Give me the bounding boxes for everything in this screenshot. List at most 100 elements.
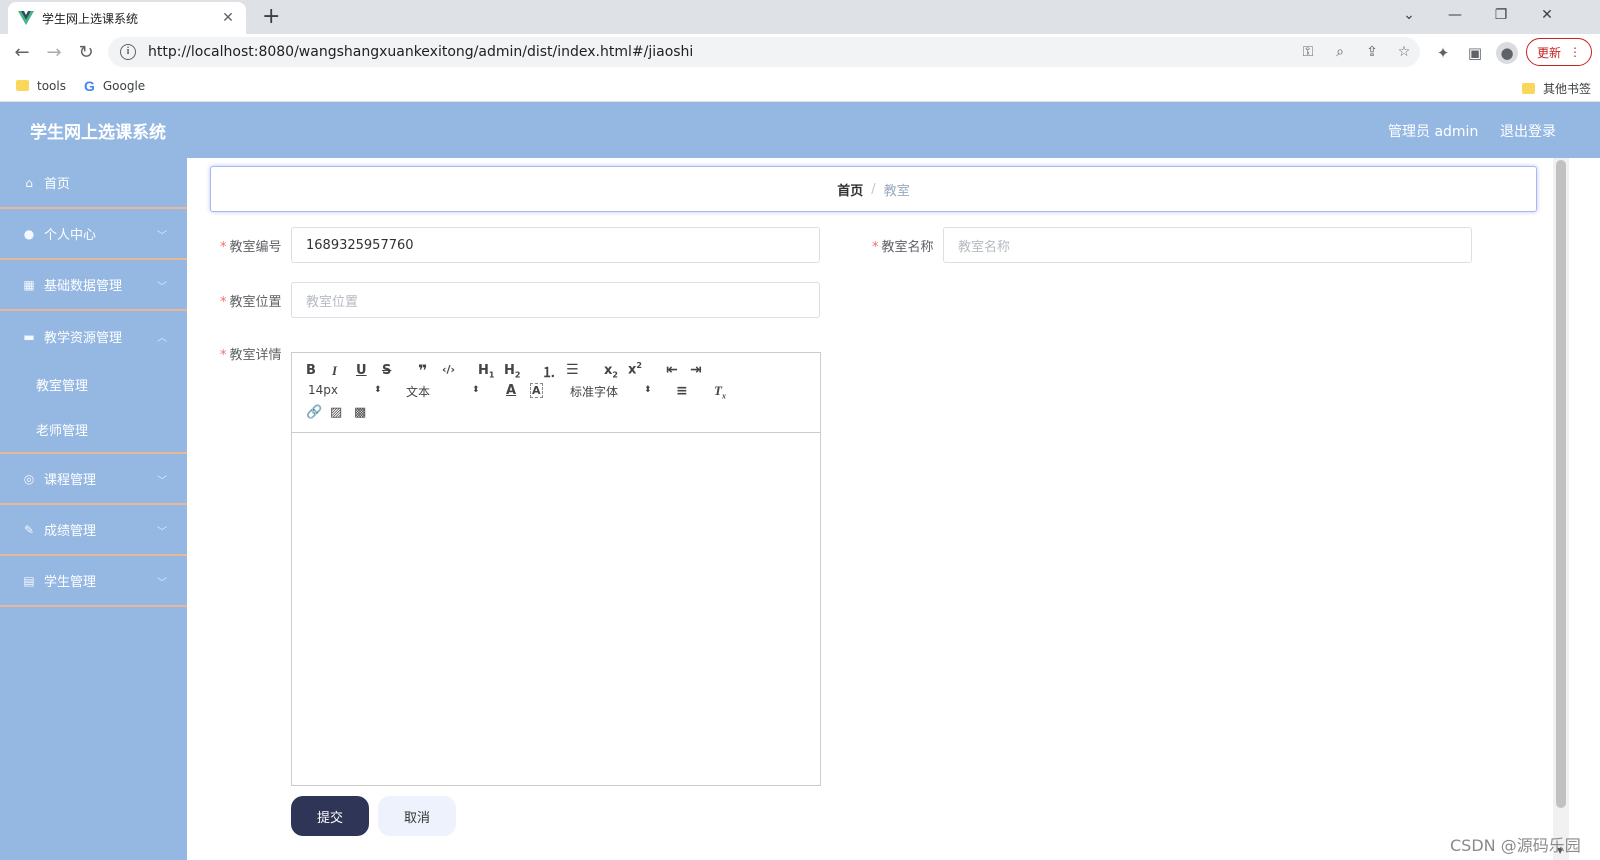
breadcrumb: 首页 / 教室 xyxy=(210,166,1537,212)
image-icon[interactable]: ▨ xyxy=(330,405,342,420)
edit-icon: ✎ xyxy=(23,522,35,537)
chevron-down-icon: ﹀ xyxy=(157,282,167,293)
text-color-icon[interactable]: A xyxy=(506,383,516,398)
cancel-button[interactable]: 取消 xyxy=(378,796,456,836)
sidebar-item-score[interactable]: ✎ 成绩管理 ﹀ xyxy=(0,505,187,556)
bookmark-label: Google xyxy=(102,78,146,93)
sidebar-subitem-classroom[interactable]: 教室管理 xyxy=(0,362,187,407)
blockquote-icon[interactable]: ❞ xyxy=(418,361,427,380)
heading-dropdown-icon[interactable]: ⬍ xyxy=(472,385,480,395)
heading1-icon[interactable]: H1 xyxy=(478,363,494,380)
key-icon[interactable]: ⚿ xyxy=(1292,44,1324,60)
current-user: 管理员 admin xyxy=(1388,124,1479,140)
room-detail-label: * 教室详情 xyxy=(220,348,282,363)
other-bookmarks-label: 其他书签 xyxy=(1543,82,1592,96)
sidebar-item-home[interactable]: ⌂ 首页 xyxy=(0,158,187,209)
font-family-dropdown-icon[interactable]: ⬍ xyxy=(644,385,652,395)
heading-select[interactable]: 文本 xyxy=(406,383,430,400)
bookmark-tools[interactable]: tools xyxy=(16,79,66,93)
browser-tabstrip: 学生网上选课系统 ✕ + ⌄ — ❐ ✕ xyxy=(0,0,1600,34)
reload-icon[interactable]: ↻ xyxy=(74,40,98,64)
compass-icon: ◎ xyxy=(23,471,35,486)
scrollbar-thumb[interactable] xyxy=(1556,160,1566,808)
clipboard-icon: ▤ xyxy=(23,573,35,588)
app-header: 学生网上选课系统 管理员 admin 退出登录 xyxy=(0,102,1600,158)
watermark: CSDN @源码乐园 xyxy=(1450,836,1581,855)
bold-icon[interactable]: B xyxy=(306,363,316,378)
room-location-input[interactable]: 教室位置 xyxy=(291,282,820,318)
video-icon[interactable]: ▩ xyxy=(354,405,366,420)
align-icon[interactable]: ≡ xyxy=(676,383,688,399)
room-no-input[interactable]: 1689325957760 xyxy=(291,227,820,263)
sidebar-subitem-teacher[interactable]: 老师管理 xyxy=(0,407,187,452)
room-name-input[interactable]: 教室名称 xyxy=(943,227,1472,263)
submenu-teaching-resources: 教室管理 老师管理 xyxy=(0,362,187,454)
link-icon[interactable]: 🔗 xyxy=(306,405,322,420)
bookmark-label: tools xyxy=(37,78,66,93)
strike-icon[interactable]: S xyxy=(382,363,391,378)
tab-search-icon[interactable]: ⌄ xyxy=(1386,0,1432,30)
zoom-icon[interactable]: ⌕ xyxy=(1324,44,1356,60)
tab-close-icon[interactable]: ✕ xyxy=(220,10,236,26)
logout-link[interactable]: 退出登录 xyxy=(1500,121,1556,141)
font-size-select[interactable]: 14px xyxy=(308,383,338,397)
back-icon[interactable]: ← xyxy=(10,40,34,64)
italic-icon[interactable]: I xyxy=(332,363,337,379)
forward-icon[interactable]: → xyxy=(42,40,66,64)
room-no-label: * 教室编号 xyxy=(220,240,282,255)
sidebar-item-label: 学生管理 xyxy=(44,575,97,590)
sidebar-item-student[interactable]: ▤ 学生管理 ﹀ xyxy=(0,556,187,607)
editor-toolbar: B I U S ❞ ‹/› H1 H2 ⒈ ☰ x2 x2 ⇤ ⇥ 14px ⬍… xyxy=(292,353,820,433)
sidebar-item-label: 个人中心 xyxy=(44,228,97,243)
background-color-icon[interactable]: A xyxy=(530,383,543,398)
chevron-down-icon: ﹀ xyxy=(157,527,167,538)
sidebar-item-teaching-resources[interactable]: ▬ 教学资源管理 ︿ xyxy=(0,311,187,362)
room-name-placeholder: 教室名称 xyxy=(958,239,1011,255)
breadcrumb-home[interactable]: 首页 xyxy=(837,180,863,199)
outdent-icon[interactable]: ⇤ xyxy=(666,362,678,378)
extensions-icon[interactable]: ✦ xyxy=(1432,42,1454,64)
side-panel-icon[interactable]: ▣ xyxy=(1464,42,1486,64)
font-size-dropdown-icon[interactable]: ⬍ xyxy=(374,385,382,395)
sidebar-item-course[interactable]: ◎ 课程管理 ﹀ xyxy=(0,454,187,505)
superscript-icon[interactable]: x2 xyxy=(628,361,642,377)
minimize-icon[interactable]: — xyxy=(1432,0,1478,30)
update-button[interactable]: 更新 ⋮ xyxy=(1526,38,1592,66)
app-title: 学生网上选课系统 xyxy=(30,123,166,143)
heading2-icon[interactable]: H2 xyxy=(504,363,520,380)
code-block-icon[interactable]: ‹/› xyxy=(442,363,455,376)
ordered-list-icon[interactable]: ⒈ xyxy=(542,362,556,382)
other-bookmarks[interactable]: 其他书签 xyxy=(1522,80,1591,97)
user-icon: ● xyxy=(23,226,35,241)
share-icon[interactable]: ⇪ xyxy=(1356,44,1388,60)
tab-title: 学生网上选课系统 xyxy=(42,11,139,26)
restore-icon[interactable]: ❐ xyxy=(1478,0,1524,30)
font-family-select[interactable]: 标准字体 xyxy=(570,383,618,400)
submenu-label: 教室管理 xyxy=(36,379,89,394)
bullet-list-icon[interactable]: ☰ xyxy=(566,362,579,378)
main-content: 首页 / 教室 * 教室编号 1689325957760 * 教室名称 教室名称 *… xyxy=(187,158,1600,860)
room-no-value: 1689325957760 xyxy=(306,237,414,253)
address-bar[interactable]: i http://localhost:8080/wangshangxuankex… xyxy=(108,37,1420,67)
subscript-icon[interactable]: x2 xyxy=(604,363,618,380)
close-window-icon[interactable]: ✕ xyxy=(1524,0,1570,30)
url-text[interactable]: http://localhost:8080/wangshangxuankexit… xyxy=(148,44,1292,60)
submit-button[interactable]: 提交 xyxy=(291,796,369,836)
profile-icon[interactable]: ● xyxy=(1496,42,1518,64)
sidebar-item-personal-center[interactable]: ● 个人中心 ﹀ xyxy=(0,209,187,260)
star-icon[interactable]: ☆ xyxy=(1388,44,1420,60)
google-icon: G xyxy=(83,77,95,94)
underline-icon[interactable]: U xyxy=(356,363,367,378)
page-scrollbar[interactable]: ▼ xyxy=(1553,158,1569,860)
sidebar-item-basic-data[interactable]: ▦ 基础数据管理 ﹀ xyxy=(0,260,187,311)
new-tab-icon[interactable]: + xyxy=(262,4,280,30)
browser-tab[interactable]: 学生网上选课系统 ✕ xyxy=(8,2,246,34)
indent-icon[interactable]: ⇥ xyxy=(690,362,702,378)
clear-format-icon[interactable]: Tx xyxy=(714,383,726,401)
editor-content[interactable] xyxy=(292,433,820,785)
bookmark-google[interactable]: G Google xyxy=(84,78,145,94)
folder-icon xyxy=(1522,83,1535,94)
sidebar-item-label: 首页 xyxy=(44,177,71,192)
site-info-icon[interactable]: i xyxy=(120,44,136,60)
breadcrumb-current: 教室 xyxy=(883,183,910,199)
